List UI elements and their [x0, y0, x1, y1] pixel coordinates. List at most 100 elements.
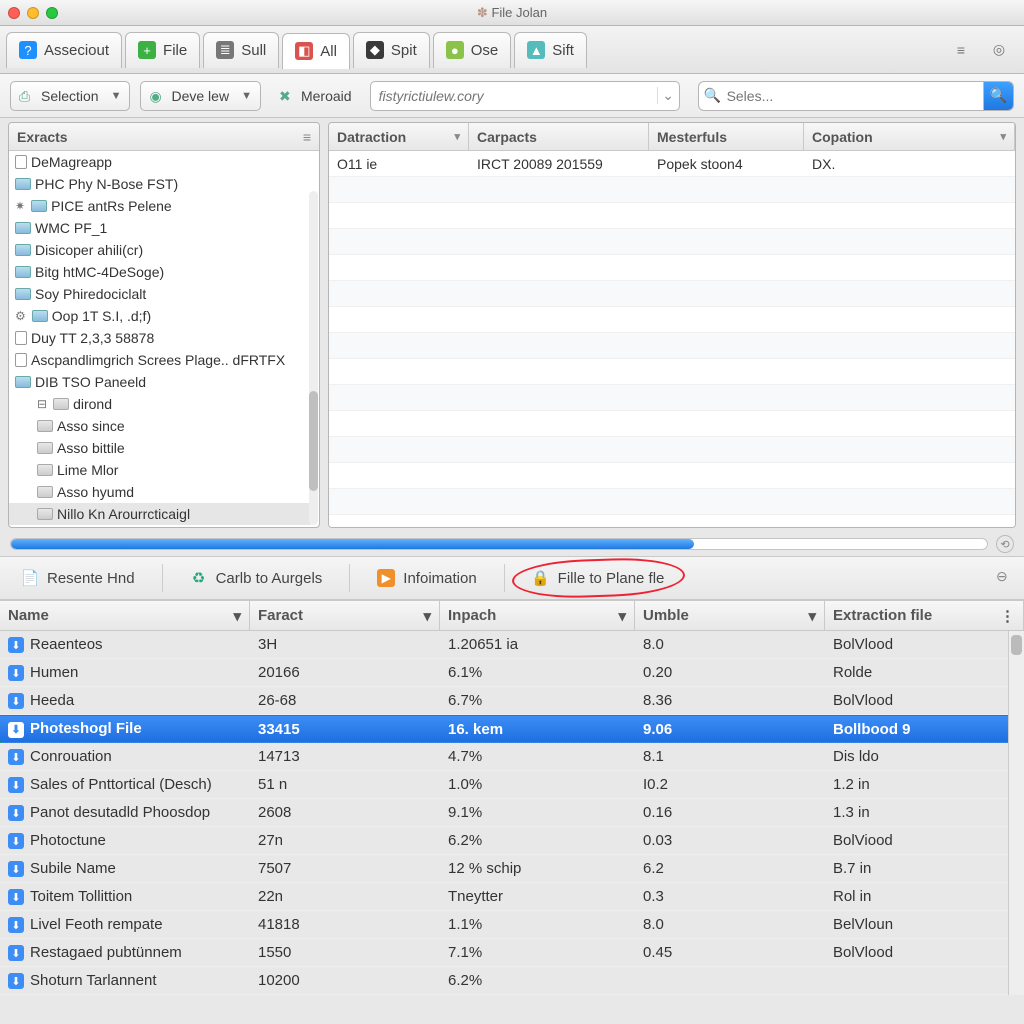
- sidebar-item[interactable]: DIB TSO Paneeld: [9, 371, 311, 393]
- table-row[interactable]: ⬇Shoturn Tarlannent102006.2%: [0, 967, 1008, 995]
- table-row[interactable]: ⬇Restagaed pubtünnem15507.1%0.45BolVlood: [0, 939, 1008, 967]
- list-icon: ≣: [216, 41, 234, 59]
- printer-icon: ⎙: [19, 88, 35, 104]
- filter-field[interactable]: ⌄: [370, 81, 680, 111]
- sidebar-item[interactable]: Soy Phiredociclalt: [9, 283, 311, 305]
- sidebar-item[interactable]: Nillo Kn Arourrcticaigl: [9, 503, 311, 525]
- sidebar-item[interactable]: ⚙Oop 1T S.I, .d;f): [9, 305, 311, 327]
- chevron-down-icon: ⋮: [1000, 607, 1015, 625]
- progress-bar: ⟲: [10, 534, 1014, 554]
- information-button[interactable]: ▶Infoimation: [364, 562, 489, 594]
- menu-icon[interactable]: ≡: [950, 39, 972, 61]
- search-button[interactable]: 🔍: [983, 82, 1013, 110]
- sidebar-item[interactable]: Bitg htMC-4DeSoge): [9, 261, 311, 283]
- table-row[interactable]: ⬇Reaenteos3H1.20651 ia8.0BolVlood: [0, 631, 1008, 659]
- table-row[interactable]: ⬇Photeshogl File3341516. kem9.06Bollbood…: [0, 715, 1008, 743]
- sidebar-item[interactable]: Asso bittile: [9, 437, 311, 459]
- sidebar-item[interactable]: Ascpandlimgrich Screes Plage.. dFRTFX: [9, 349, 311, 371]
- panel-menu-icon[interactable]: ≡: [303, 129, 311, 145]
- cell: I0.2: [635, 776, 825, 793]
- sidebar-item[interactable]: WMC PF_1: [9, 217, 311, 239]
- tab-file[interactable]: +File: [125, 32, 200, 68]
- bcol-inpach[interactable]: Inpach▾: [440, 601, 635, 630]
- cell: 7.1%: [440, 944, 635, 961]
- table-row[interactable]: [329, 463, 1015, 489]
- sidebar-item-label: Ascpandlimgrich Screes Plage.. dFRTFX: [31, 352, 285, 368]
- col-datraction[interactable]: Datraction▾: [329, 123, 469, 150]
- sidebar-item[interactable]: ⊟dirond: [9, 393, 311, 415]
- sidebar-header: Exracts ≡: [9, 123, 319, 151]
- table-row[interactable]: ⬇Subile Name750712 % schip6.2B.7 in: [0, 855, 1008, 883]
- scrollbar[interactable]: [1008, 631, 1024, 995]
- folder-icon: [15, 288, 31, 300]
- resente-button[interactable]: 📄Resente Hnd: [8, 562, 148, 594]
- table-row[interactable]: [329, 359, 1015, 385]
- table-row[interactable]: [329, 255, 1015, 281]
- tab-ose[interactable]: ●Ose: [433, 32, 512, 68]
- sidebar-item-label: Oop 1T S.I, .d;f): [52, 308, 151, 324]
- search-field[interactable]: 🔍 🔍: [698, 81, 1014, 111]
- sidebar-item[interactable]: ✷PICE antRs Pelene: [9, 195, 311, 217]
- table-row[interactable]: [329, 333, 1015, 359]
- mic-icon[interactable]: ◎: [988, 39, 1010, 61]
- results-rows[interactable]: O11 ieIRCT 20089 201559Popek stoon4DX.: [329, 151, 1015, 527]
- col-copation[interactable]: Copation▾: [804, 123, 1015, 150]
- tab-asseciout[interactable]: ?Asseciout: [6, 32, 122, 68]
- table-row[interactable]: ⬇Livel Feoth rempate418181.1%8.0BelVloun: [0, 911, 1008, 939]
- table-row[interactable]: ⬇Panot desutadld Phoosdop26089.1%0.161.3…: [0, 799, 1008, 827]
- cell: 22n: [250, 888, 440, 905]
- bcol-name[interactable]: Name▾: [0, 601, 250, 630]
- table-row[interactable]: O11 ieIRCT 20089 201559Popek stoon4DX.: [329, 151, 1015, 177]
- filter-input[interactable]: [371, 88, 657, 104]
- sidebar-item[interactable]: Lime Mlor: [9, 459, 311, 481]
- cell: 26-68: [250, 692, 440, 709]
- table-row[interactable]: [329, 411, 1015, 437]
- table-row[interactable]: [329, 385, 1015, 411]
- chevron-down-icon[interactable]: ⌄: [657, 87, 679, 104]
- table-row[interactable]: [329, 229, 1015, 255]
- table-row[interactable]: [329, 203, 1015, 229]
- cell: 6.1%: [440, 664, 635, 681]
- search-input[interactable]: [727, 88, 983, 104]
- bcol-umble[interactable]: Umble▾: [635, 601, 825, 630]
- table-row[interactable]: ⬇Photoctune27n6.2%0.03BolViood: [0, 827, 1008, 855]
- carlb-button[interactable]: ♻Carlb to Aurgels: [177, 562, 336, 594]
- sidebar-item[interactable]: Duy TT 2,3,3 58878: [9, 327, 311, 349]
- sidebar-item[interactable]: PHC Phy N-Bose FST): [9, 173, 311, 195]
- col-carpacts[interactable]: Carpacts: [469, 123, 649, 150]
- file-to-plane-button[interactable]: 🔒Fille to Plane fle: [519, 562, 678, 594]
- database-icon: [15, 353, 27, 367]
- progress-cancel-icon[interactable]: ⟲: [996, 535, 1014, 553]
- bcol-faract[interactable]: Faract▾: [250, 601, 440, 630]
- bcol-extraction[interactable]: Extraction file⋮: [825, 601, 1024, 630]
- table-row[interactable]: ⬇Toitem Tollittion22nTneytter0.3Rol in: [0, 883, 1008, 911]
- tab-all[interactable]: ◧All: [282, 33, 350, 69]
- table-row[interactable]: ⬇Humen201666.1%0.20Rolde: [0, 659, 1008, 687]
- cell: 1.0%: [440, 776, 635, 793]
- tab-sift[interactable]: ▲Sift: [514, 32, 587, 68]
- sidebar-item[interactable]: Asso hyumd: [9, 481, 311, 503]
- bottom-rows[interactable]: ⬇Reaenteos3H1.20651 ia8.0BolVlood⬇Humen2…: [0, 631, 1008, 995]
- table-row[interactable]: [329, 489, 1015, 515]
- table-row[interactable]: [329, 281, 1015, 307]
- tab-sull[interactable]: ≣Sull: [203, 32, 279, 68]
- scrollbar[interactable]: [309, 191, 318, 525]
- collapse-icon[interactable]: ⊖: [996, 568, 1016, 588]
- table-row[interactable]: ⬇Heeda26-686.7%8.36BolVlood: [0, 687, 1008, 715]
- sidebar-item[interactable]: Asso since: [9, 415, 311, 437]
- sidebar-item[interactable]: Disicoper ahili(cr): [9, 239, 311, 261]
- col-mesterfuls[interactable]: Mesterfuls: [649, 123, 804, 150]
- folder-icon: [15, 178, 31, 190]
- table-row[interactable]: ⬇Sales of Pnttortical (Desch)51 n1.0%I0.…: [0, 771, 1008, 799]
- sidebar-item[interactable]: DeMagreapp: [9, 151, 311, 173]
- folder-icon: [15, 222, 31, 234]
- table-row[interactable]: ⬇Conrouation147134.7%8.1Dis ldo: [0, 743, 1008, 771]
- table-row[interactable]: [329, 177, 1015, 203]
- sidebar-tree[interactable]: DeMagreappPHC Phy N-Bose FST)✷PICE antRs…: [9, 151, 319, 527]
- develew-combo[interactable]: ◉Deve lew▼: [140, 81, 260, 111]
- sidebar-item[interactable]: PRC meation: [9, 525, 311, 527]
- table-row[interactable]: [329, 307, 1015, 333]
- table-row[interactable]: [329, 437, 1015, 463]
- tab-spit[interactable]: ◆Spit: [353, 32, 430, 68]
- selection-combo[interactable]: ⎙Selection▼: [10, 81, 130, 111]
